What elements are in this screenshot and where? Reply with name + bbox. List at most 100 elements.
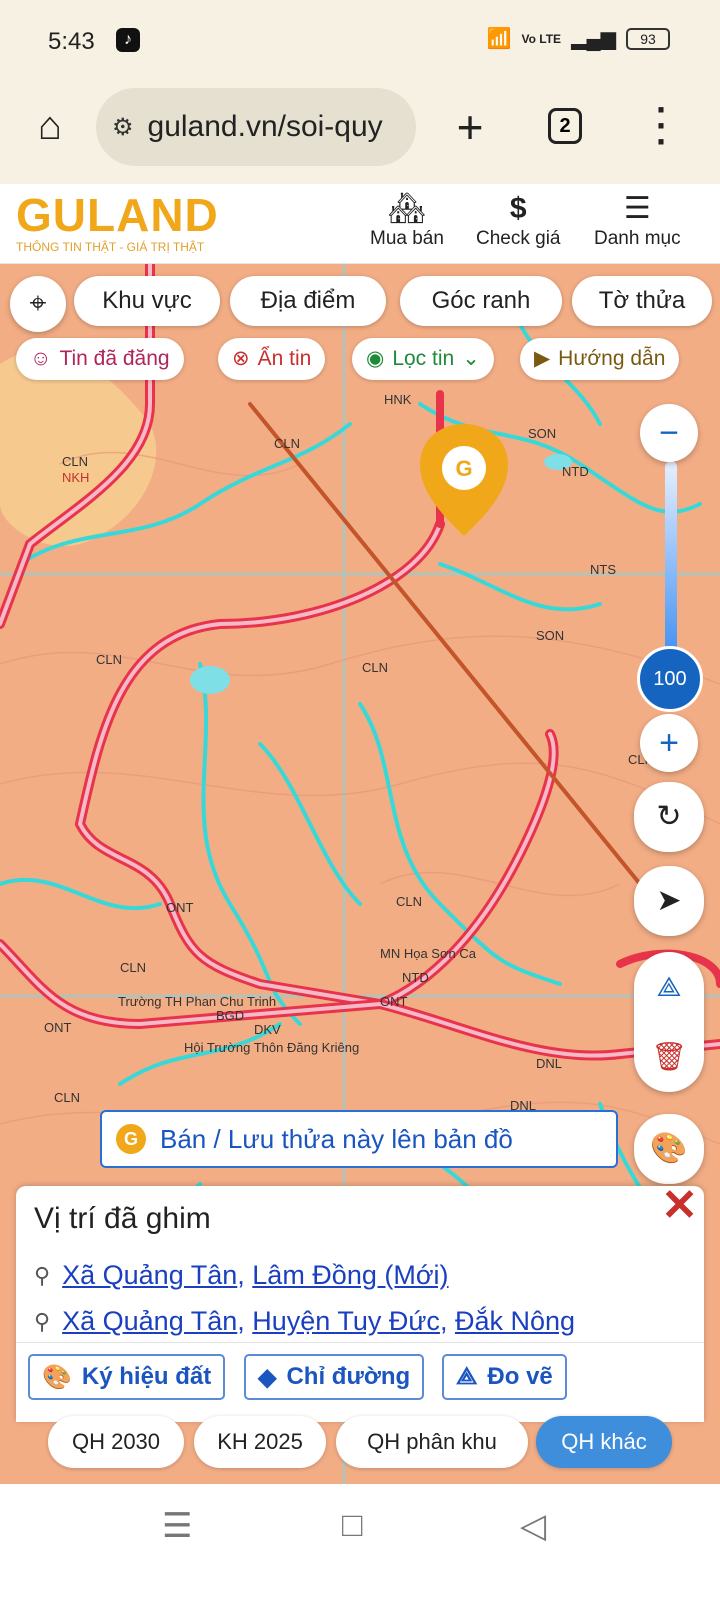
divider xyxy=(16,1342,704,1343)
link-tinh[interactable]: Lâm Đồng (Mới) xyxy=(252,1260,448,1290)
zone-label: ONT xyxy=(44,1020,72,1035)
location-line-2: ⚲ Xã Quảng Tân, Huyện Tuy Đức, Đắk Nông xyxy=(34,1306,576,1336)
volte-label: Vo LTE xyxy=(521,31,562,46)
logo-tagline: THÔNG TIN THẬT - GIÁ TRỊ THẬT xyxy=(16,240,205,254)
tab-khu-vuc[interactable]: Khu vực xyxy=(74,276,220,326)
link-xa[interactable]: Xã Quảng Tân xyxy=(62,1306,237,1336)
link-tinh[interactable]: Đắk Nông xyxy=(455,1306,575,1336)
zone-label: HNK xyxy=(384,392,412,407)
zone-label: CLN xyxy=(62,454,89,469)
home-icon[interactable]: □ xyxy=(342,1506,363,1545)
navigate-icon[interactable]: ➤ xyxy=(634,866,704,936)
recents-icon[interactable]: ☰ xyxy=(162,1506,192,1546)
pinned-location-panel: Vị trí đã ghim ✕ ⚲ Xã Quảng Tân, Lâm Đồn… xyxy=(16,1181,704,1422)
nav-label: Danh mục xyxy=(594,228,681,249)
location-line-1: ⚲ Xã Quảng Tân, Lâm Đồng (Mới) xyxy=(34,1260,449,1290)
filter-label: Ẩn tin xyxy=(257,347,312,370)
zoom-slider-track[interactable] xyxy=(665,461,677,661)
location-pin-icon: ⚲ xyxy=(34,1308,51,1334)
plan-qh-khac[interactable]: QH khác xyxy=(536,1416,672,1468)
zone-label: NTD xyxy=(402,970,429,985)
compass-icon: ⟁ xyxy=(456,1363,478,1390)
plan-qh-phan-khu[interactable]: QH phân khu xyxy=(336,1416,528,1468)
location-pin-icon: ◉ xyxy=(366,347,385,370)
place-label: Hội Trường Thôn Đăng Kriêng xyxy=(184,1040,360,1055)
logo[interactable]: GULAND THÔNG TIN THẬT - GIÁ TRỊ THẬT xyxy=(16,192,219,254)
chevron-down-icon: ⌄ xyxy=(462,347,480,370)
zone-label: ONT xyxy=(380,994,408,1009)
link-huyen[interactable]: Huyện Tuy Đức xyxy=(252,1306,440,1336)
nav-danh-muc[interactable]: ☰ Danh mục xyxy=(594,192,681,250)
zone-label: SON xyxy=(536,628,565,643)
site-settings-icon[interactable]: ⚙ xyxy=(112,113,134,142)
place-label: Trường TH Phan Chu Trinh xyxy=(118,994,277,1009)
nav-label: Mua bán xyxy=(370,228,444,249)
zone-label: CLN xyxy=(96,652,123,667)
site-header: GULAND THÔNG TIN THẬT - GIÁ TRỊ THẬT 🏘 M… xyxy=(0,184,720,264)
browser-menu-button[interactable]: · · · xyxy=(650,92,674,160)
browser-toolbar: ⌂ ⚙ guland.vn/soi-quy + 2 · · · xyxy=(0,80,720,184)
panel-title: Vị trí đã ghim xyxy=(34,1202,211,1235)
button-label: Đo vẽ xyxy=(487,1363,553,1390)
location-pin-icon: ⚲ xyxy=(34,1262,51,1288)
filter-huong-dan[interactable]: ▶ Hướng dẫn xyxy=(520,338,680,380)
signal-icon: ▂▄▆ xyxy=(571,28,616,50)
status-icons: 📶 Vo LTE ▂▄▆ 93 xyxy=(487,26,670,51)
status-bar: 5:43 ♪ 📶 Vo LTE ▂▄▆ 93 xyxy=(0,0,720,80)
home-button[interactable]: ⌂ xyxy=(26,102,74,150)
tab-to-thua[interactable]: Tờ thửa xyxy=(572,276,712,326)
palette-icon: 🎨 xyxy=(42,1363,72,1391)
zone-label: NKH xyxy=(62,470,90,485)
palette-button[interactable]: 🎨 xyxy=(634,1114,704,1184)
zone-label: CLN xyxy=(120,960,147,975)
filter-tin-da-dang[interactable]: ☺ Tin đã đăng xyxy=(16,338,184,380)
dollar-icon: $ xyxy=(509,192,527,225)
nav-check-gia[interactable]: $ Check giá xyxy=(476,192,561,250)
guland-icon: G xyxy=(116,1124,146,1154)
close-icon[interactable]: ✕ xyxy=(661,1180,698,1231)
filter-label: Hướng dẫn xyxy=(558,347,666,370)
zone-label: DKV xyxy=(254,1022,281,1037)
compass-icon[interactable]: ⟁ xyxy=(634,952,704,1022)
zone-label: SON xyxy=(528,426,557,441)
land-symbol-button[interactable]: 🎨 Ký hiệu đất xyxy=(28,1354,226,1400)
zone-label: CLN xyxy=(396,894,423,909)
tab-dia-diem[interactable]: Địa điểm xyxy=(230,276,386,326)
zone-label: CLN xyxy=(54,1090,81,1105)
hamburger-icon: ☰ xyxy=(623,192,651,225)
tab-switcher-button[interactable]: 2 xyxy=(548,108,582,144)
zone-label: NTS xyxy=(590,562,616,577)
zoom-in-button[interactable]: + xyxy=(640,714,698,772)
zoom-out-button[interactable]: − xyxy=(640,404,698,462)
directions-button[interactable]: ◆ Chỉ đường xyxy=(244,1354,425,1400)
palette-icon: ☺ xyxy=(30,347,52,370)
system-nav-bar: ☰ □ ◁ xyxy=(0,1484,720,1601)
measure-button[interactable]: ⟁ Đo vẽ xyxy=(442,1354,567,1400)
plan-kh-2025[interactable]: KH 2025 xyxy=(194,1416,326,1468)
tab-goc-ranh[interactable]: Góc ranh xyxy=(400,276,562,326)
zone-label: DNL xyxy=(536,1056,563,1071)
sell-save-banner[interactable]: G Bán / Lưu thửa này lên bản đồ xyxy=(100,1110,618,1168)
plan-qh-2030[interactable]: QH 2030 xyxy=(48,1416,184,1468)
locate-me-button[interactable]: ⌖ xyxy=(10,276,66,332)
filter-an-tin[interactable]: ⊗ Ẩn tin xyxy=(218,338,326,380)
battery-icon: 93 xyxy=(626,27,670,50)
address-bar[interactable]: ⚙ guland.vn/soi-quy xyxy=(96,88,416,166)
zone-label: ONT xyxy=(166,900,194,915)
nav-label: Check giá xyxy=(476,228,561,249)
new-tab-button[interactable]: + xyxy=(446,100,494,154)
filter-loc-tin[interactable]: ◉ Lọc tin ⌄ xyxy=(352,338,494,380)
refresh-button[interactable]: ↻ xyxy=(634,782,704,852)
trash-icon[interactable]: 🗑 xyxy=(634,1022,704,1092)
zone-label: NTD xyxy=(562,464,589,479)
button-label: Chỉ đường xyxy=(286,1363,411,1390)
zone-label: BGD xyxy=(216,1008,245,1023)
clock: 5:43 xyxy=(48,28,95,55)
zoom-level-badge[interactable]: 100 xyxy=(637,646,703,712)
filter-label: Tin đã đăng xyxy=(59,347,170,370)
nav-mua-ban[interactable]: 🏘 Mua bán xyxy=(370,192,444,250)
back-icon[interactable]: ◁ xyxy=(520,1506,546,1546)
link-xa[interactable]: Xã Quảng Tân xyxy=(62,1260,237,1290)
logo-text: GULAND xyxy=(16,189,219,241)
tiktok-icon: ♪ xyxy=(116,28,140,52)
